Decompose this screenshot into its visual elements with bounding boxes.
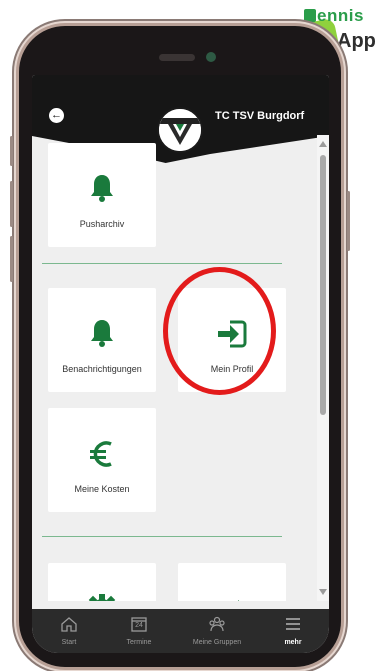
tile-meine-kosten[interactable]: Meine Kosten: [48, 408, 156, 512]
section-divider: [42, 263, 282, 264]
bottom-navigation: Start 24 Termine Meine Gruppen mehr: [32, 609, 329, 653]
tile-pusharchiv[interactable]: Pusharchiv: [48, 143, 156, 247]
nav-label: mehr: [284, 639, 302, 646]
nav-label: Start: [61, 639, 77, 646]
brand-tennis: ennis: [304, 6, 364, 26]
nav-start[interactable]: Start: [44, 609, 94, 653]
club-title: TC TSV Burgdorf: [215, 110, 305, 122]
nav-mehr[interactable]: mehr: [268, 609, 318, 653]
nav-label: Meine Gruppen: [192, 639, 242, 646]
back-button[interactable]: ←: [49, 108, 64, 123]
bell-icon: [48, 314, 156, 354]
tile-label: Pusharchiv: [79, 219, 125, 229]
phone-side-button: [10, 136, 13, 166]
tile-label: Meine Kosten: [74, 484, 130, 494]
tile-settings[interactable]: [48, 563, 156, 601]
nav-meine-gruppen[interactable]: Meine Gruppen: [182, 609, 252, 653]
tile-share[interactable]: [178, 563, 286, 601]
scroll-thumb[interactable]: [320, 155, 326, 415]
highlight-circle: [163, 267, 276, 395]
phone-camera: [206, 52, 216, 62]
tile-label: Benachrichtigungen: [62, 364, 142, 374]
euro-icon: [48, 434, 156, 474]
brand-app-text: App: [337, 30, 376, 52]
section-divider: [42, 536, 282, 537]
share-arrow-icon: [178, 589, 286, 601]
phone-power-button: [347, 191, 350, 251]
calendar-badge: 24: [135, 622, 143, 629]
home-icon: [44, 615, 94, 633]
menu-icon: [268, 615, 318, 633]
scroll-up-icon[interactable]: [319, 141, 327, 147]
phone-speaker: [159, 54, 195, 61]
gear-icon: [48, 589, 156, 601]
nav-termine[interactable]: 24 Termine: [114, 609, 164, 653]
nav-label: Termine: [126, 639, 152, 646]
scrollbar[interactable]: [317, 135, 329, 601]
group-icon: [182, 615, 252, 633]
tennis-logo-icon: [304, 9, 316, 22]
brand-tennis-text: ennis: [317, 6, 364, 25]
phone-side-button: [10, 181, 13, 227]
tile-benachrichtigungen[interactable]: Benachrichtigungen: [48, 288, 156, 392]
arrow-left-icon: ←: [51, 109, 62, 121]
scroll-down-icon[interactable]: [319, 589, 327, 595]
club-logo: [157, 107, 203, 153]
bell-icon: [48, 169, 156, 209]
phone-side-button: [10, 236, 13, 282]
